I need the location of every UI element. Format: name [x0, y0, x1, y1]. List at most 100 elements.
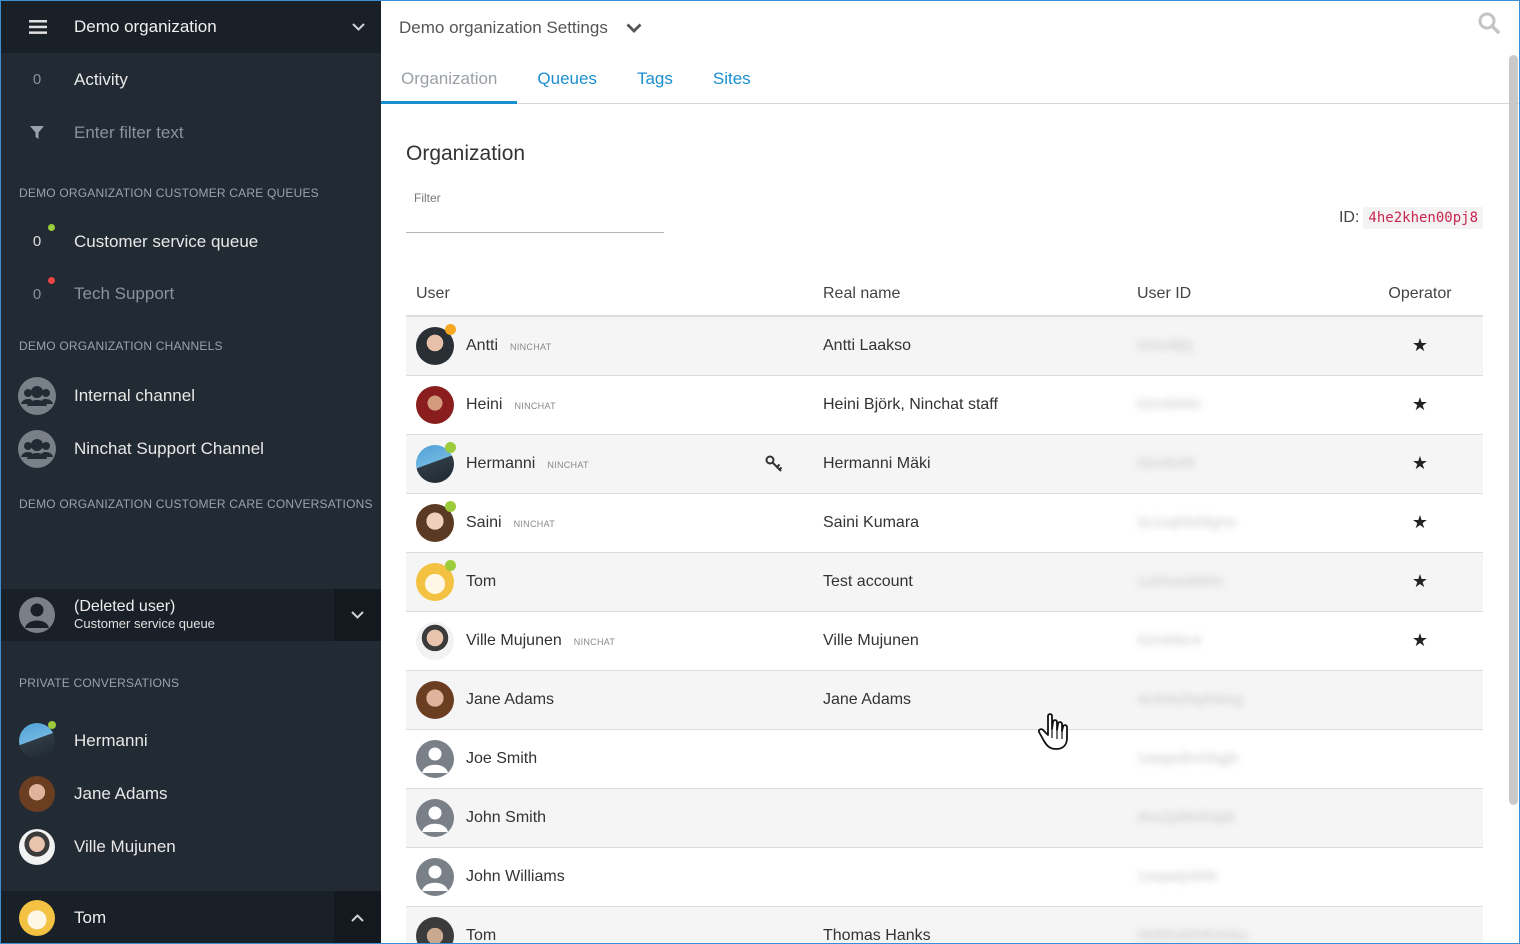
- operator-cell: ★: [1357, 434, 1483, 494]
- sidebar-item-internal-channel[interactable]: Internal channel: [0, 369, 381, 422]
- user-id: 1sejady0hlh: [1137, 867, 1218, 885]
- user-tag: NINCHAT: [573, 637, 616, 647]
- section-heading: Organization: [406, 142, 526, 165]
- real-name-cell: Hermanni Mäki: [813, 434, 1127, 494]
- user-name: John Smith: [466, 808, 547, 826]
- settings-tabs: Organization Queues Tags Sites: [381, 55, 1520, 104]
- conversation-item[interactable]: (Deleted user) Customer service queue: [0, 589, 381, 641]
- real-name-cell: Jane Adams: [813, 670, 1127, 730]
- chevron-down-icon[interactable]: [334, 589, 381, 641]
- sidebar-item-label: Internal channel: [74, 385, 195, 405]
- user-name: Hermanni: [466, 454, 536, 472]
- chevron-down-icon[interactable]: [626, 20, 642, 38]
- table-row[interactable]: Tom Test account 1ul4naobbhs ★: [406, 552, 1483, 612]
- real-name-cell: Antti Laakso: [813, 316, 1127, 376]
- table-row[interactable]: Antti NINCHAT Antti Laakso 02mrllj0j ★: [406, 316, 1483, 376]
- operator-cell: [1357, 847, 1483, 907]
- real-name-cell: Test account: [813, 552, 1127, 612]
- sidebar-item-ninchat-support-channel[interactable]: Ninchat Support Channel: [0, 422, 381, 475]
- hamburger-icon[interactable]: [0, 19, 74, 34]
- column-header-user-id[interactable]: User ID: [1127, 273, 1357, 317]
- operator-cell: ★: [1357, 493, 1483, 553]
- column-header-operator[interactable]: Operator: [1357, 273, 1483, 317]
- user-name: Tom: [466, 926, 497, 944]
- operator-cell: [1357, 670, 1483, 730]
- tab-tags[interactable]: Tags: [617, 55, 693, 103]
- user-name: Joe Smith: [466, 749, 538, 767]
- table-row[interactable]: Tom Thomas Hanks 0t0l0hd0hlh0nbo: [406, 906, 1483, 944]
- sidebar-filter[interactable]: Enter filter text: [0, 106, 381, 159]
- operator-cell: ★: [1357, 375, 1483, 435]
- user-cell: Saini NINCHAT: [406, 493, 813, 553]
- search-icon[interactable]: [1478, 12, 1500, 39]
- chevron-down-icon[interactable]: [352, 18, 365, 36]
- avatar: [19, 720, 56, 759]
- user-id-cell: 02ml0l4ln: [1127, 375, 1357, 435]
- sidebar-item-label: Customer service queue: [74, 231, 259, 251]
- user-avatar-icon: [19, 597, 55, 633]
- user-cell: Jane Adams: [406, 670, 813, 730]
- table-row[interactable]: Saini NINCHAT Saini Kumara 3c1sqhh09gHc …: [406, 493, 1483, 553]
- avatar: [416, 441, 456, 483]
- hand-cursor-icon: [1036, 712, 1078, 759]
- scrollbar[interactable]: [1509, 55, 1518, 805]
- operator-cell: [1357, 729, 1483, 789]
- status-dot: [48, 276, 55, 284]
- star-icon: ★: [1411, 335, 1429, 356]
- sidebar-item-customer-service-queue[interactable]: 0 Customer service queue: [0, 215, 381, 268]
- group-icon: [18, 429, 56, 468]
- user-id: 02mrllj0j: [1137, 336, 1193, 354]
- real-name-cell: Heini Björk, Ninchat staff: [813, 375, 1127, 435]
- user-tag: NINCHAT: [514, 401, 556, 411]
- table-row[interactable]: Joe Smith 1segsdhvh0gjh: [406, 729, 1483, 789]
- filter-input[interactable]: [406, 205, 664, 233]
- user-cell: Tom: [406, 906, 813, 944]
- sidebar-item-tech-support[interactable]: 0 Tech Support: [0, 268, 381, 320]
- user-id-cell: 1segsdhvh0gjh: [1127, 729, 1357, 789]
- table-row[interactable]: Heini NINCHAT Heini Björk, Ninchat staff…: [406, 375, 1483, 435]
- current-user-name: Tom: [74, 907, 107, 927]
- user-name: Antti: [466, 336, 499, 354]
- operator-cell: ★: [1357, 611, 1483, 671]
- user-id-cell: 1ul4naobbhs: [1127, 552, 1357, 612]
- avatar: [19, 828, 55, 865]
- tab-sites[interactable]: Sites: [693, 55, 771, 103]
- column-header-user[interactable]: User: [406, 273, 813, 317]
- private-item-label: Jane Adams: [74, 783, 168, 803]
- column-header-real-name[interactable]: Real name: [813, 273, 1127, 317]
- org-header[interactable]: Demo organization: [0, 0, 381, 53]
- star-icon: ★: [1411, 394, 1429, 414]
- chevron-up-icon[interactable]: [334, 891, 381, 944]
- user-name: Tom: [466, 572, 497, 590]
- table-row[interactable]: John Williams 1sejady0hlh: [406, 847, 1483, 907]
- avatar: [19, 775, 55, 812]
- status-dot: [48, 720, 56, 729]
- table-row[interactable]: John Smith 4hx2pl9h0hijdt: [406, 788, 1483, 848]
- sidebar-item-activity[interactable]: 0 Activity: [0, 53, 381, 106]
- tab-organization[interactable]: Organization: [381, 55, 518, 104]
- private-item-hermanni[interactable]: Hermanni: [0, 714, 381, 767]
- id-label: ID:: [1338, 209, 1360, 226]
- tab-queues[interactable]: Queues: [517, 55, 617, 103]
- user-tag: NINCHAT: [513, 519, 556, 529]
- user-cell: Tom: [406, 552, 813, 612]
- avatar: [416, 621, 454, 660]
- table-row[interactable]: Jane Adams Jane Adams 4o3nk2lsphteng: [406, 670, 1483, 730]
- user-id-cell: 02mrllj0j: [1127, 316, 1357, 376]
- conversation-subtitle: Customer service queue: [74, 616, 215, 631]
- org-id: 4he2khen00pj8: [1363, 207, 1483, 229]
- user-id: 3c1sqhh09gHc: [1137, 513, 1238, 531]
- table-row[interactable]: Hermanni NINCHAT Hermanni Mäki 02ml04ft …: [406, 434, 1483, 494]
- private-item-ville-mujunen[interactable]: Ville Mujunen: [0, 820, 381, 873]
- avatar: [416, 798, 454, 837]
- current-user-bar[interactable]: Tom: [0, 891, 381, 944]
- avatar: [416, 323, 456, 365]
- filter-input[interactable]: Enter filter text: [74, 123, 184, 143]
- users-table: User Real name User ID Operator Antti NI…: [406, 273, 1483, 944]
- section-title-private: PRIVATE CONVERSATIONS: [19, 676, 180, 690]
- key-icon: [765, 455, 783, 478]
- private-item-jane-adams[interactable]: Jane Adams: [0, 767, 381, 820]
- table-row[interactable]: Ville Mujunen NINCHAT Ville Mujunen 02ml…: [406, 611, 1483, 671]
- user-id-cell: 4o3nk2lsphteng: [1127, 670, 1357, 730]
- user-name: Saini: [466, 513, 502, 531]
